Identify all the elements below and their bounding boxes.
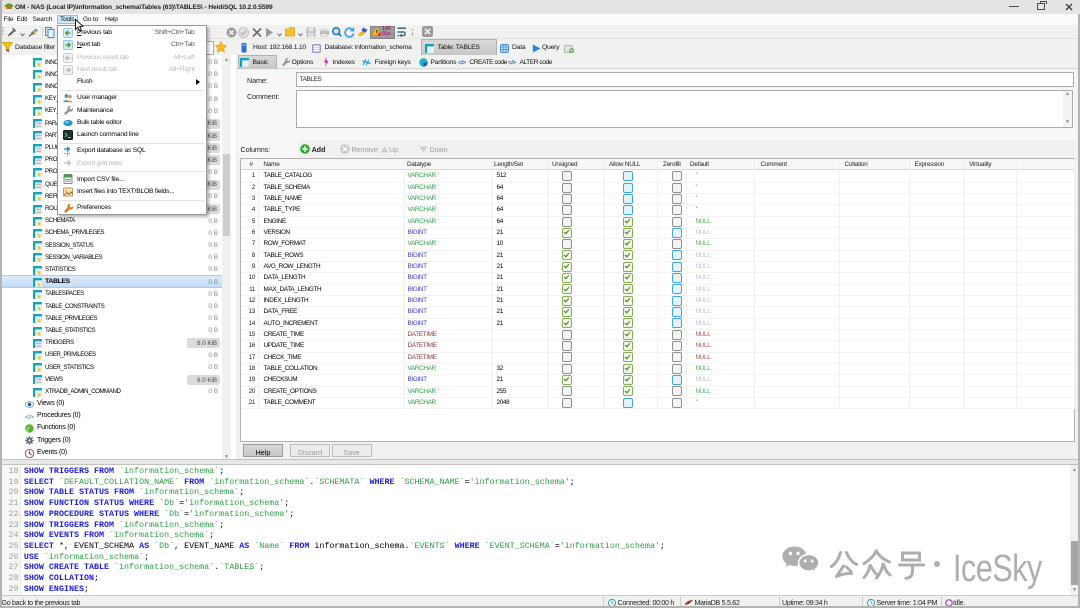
svg-text:</>: </> xyxy=(508,60,517,67)
svg-text:</>: </> xyxy=(458,60,467,67)
svg-text:</>: </> xyxy=(25,414,34,421)
